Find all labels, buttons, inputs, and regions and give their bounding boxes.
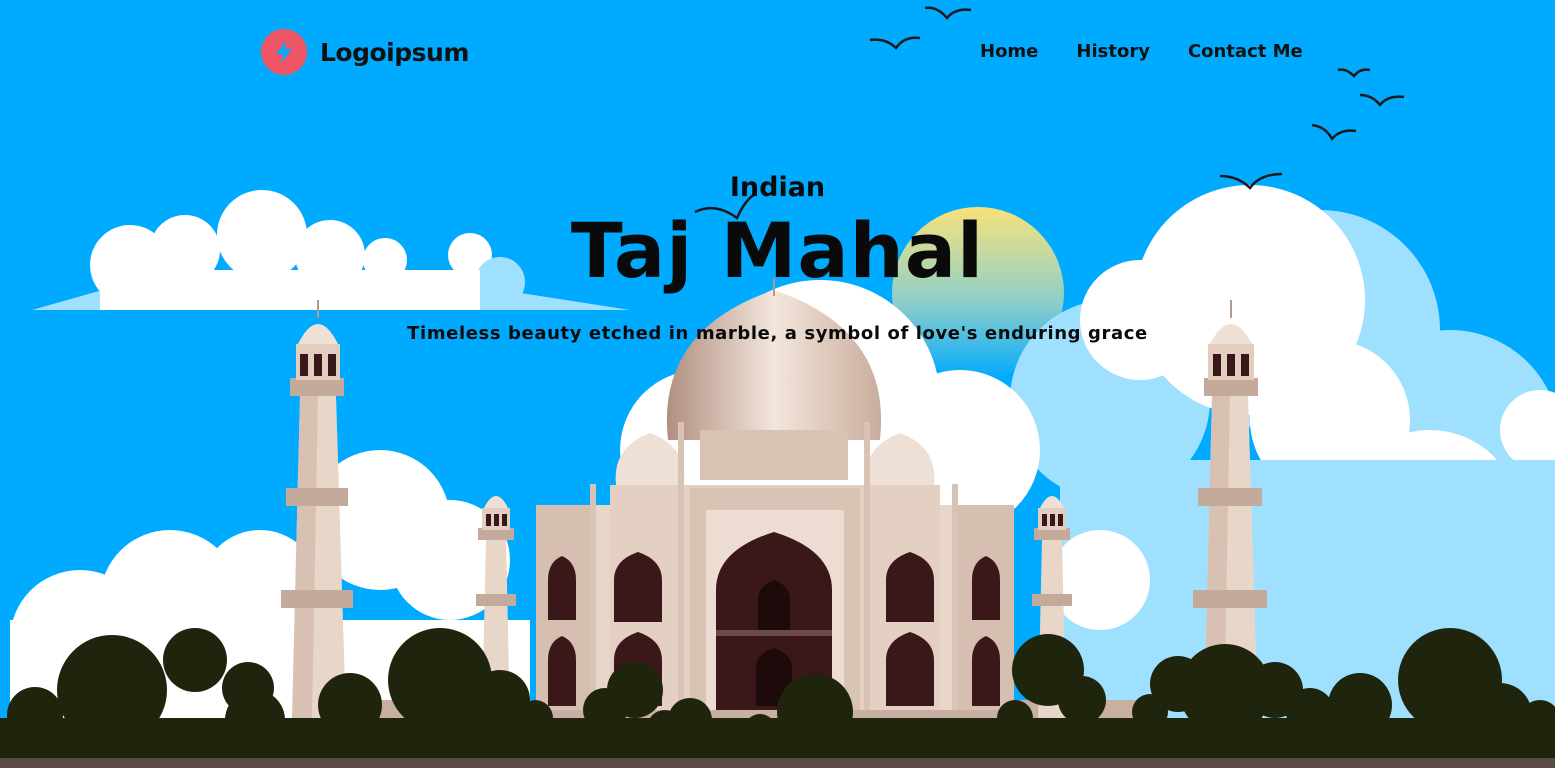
hero-tagline: Timeless beauty etched in marble, a symb… (407, 323, 1148, 344)
lightning-bolt-icon (261, 29, 307, 75)
nav-history-link[interactable]: History (1076, 38, 1150, 66)
nav-contact-link[interactable]: Contact Me (1188, 38, 1303, 66)
hero-eyebrow: Indian (729, 172, 826, 203)
main-nav: Home History Contact Me (980, 38, 1303, 66)
brand-name: Logoipsum (320, 37, 469, 67)
taj-mahal-illustration (0, 6, 1555, 768)
brand-logo[interactable]: Logoipsum (261, 28, 469, 76)
hero-title: Taj Mahal (570, 206, 985, 295)
lightning-bolt-glyph (276, 41, 292, 63)
ground-edge (0, 758, 1555, 768)
nav-home-link[interactable]: Home (980, 38, 1038, 66)
